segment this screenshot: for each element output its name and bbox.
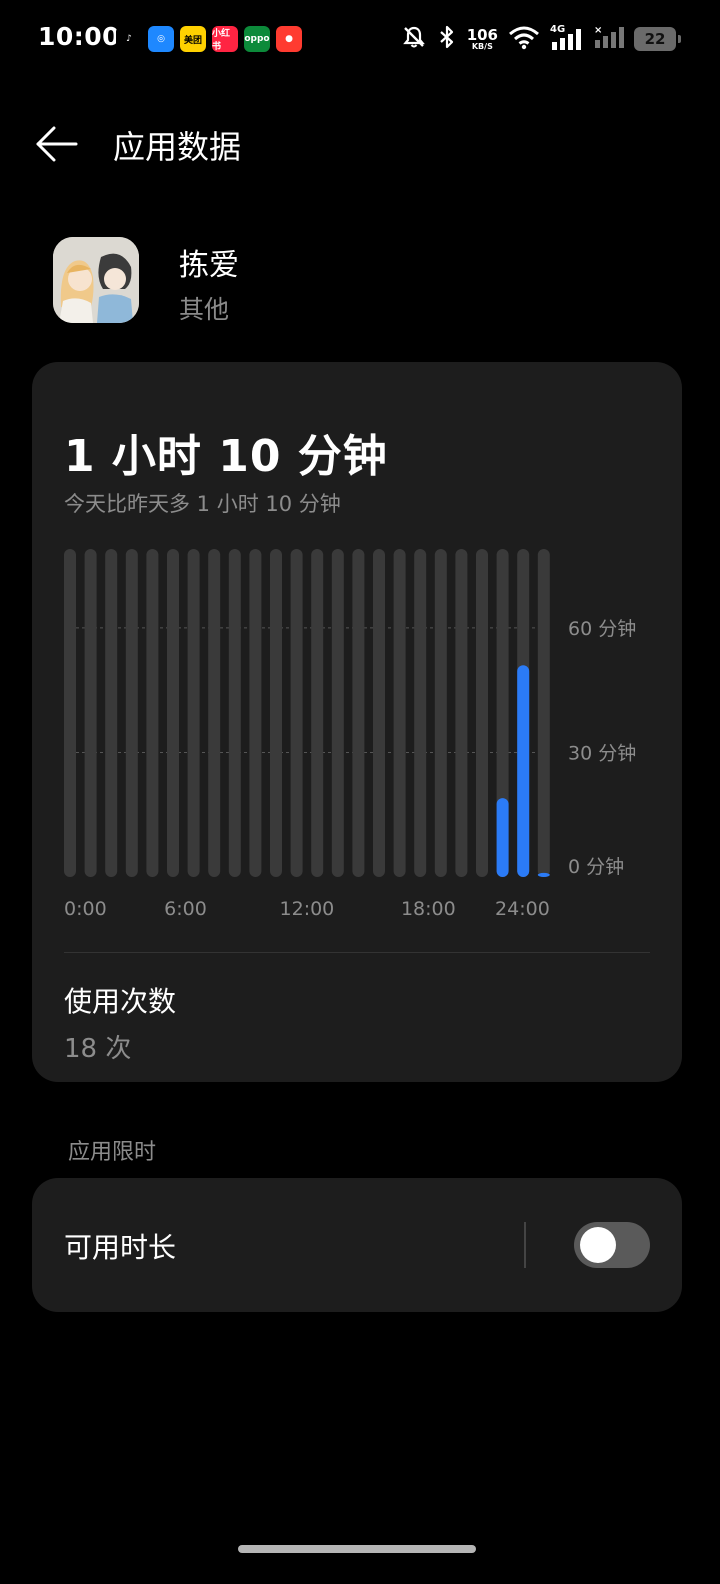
chart-y-tick-label: 60 分钟: [568, 618, 636, 640]
chart-bar-track: [290, 549, 303, 877]
network-speed-value: 106: [466, 25, 498, 44]
launch-count-title: 使用次数: [64, 985, 177, 1018]
app-icon: [53, 237, 139, 323]
limit-card[interactable]: 可用时长: [32, 1178, 682, 1312]
chart-bar-track: [414, 549, 427, 877]
arrow-left-icon: [36, 126, 78, 162]
svg-text:×: ×: [594, 25, 602, 36]
notification-icons: ♪ ◎ 美团 小红书 oppo ●: [116, 26, 302, 52]
chart-bar-track: [331, 549, 344, 877]
chart-bar-track: [167, 549, 179, 877]
wifi-icon: [508, 24, 540, 54]
app-notification-icon: ●: [276, 26, 302, 52]
cellular-signal-2-icon: ×: [594, 24, 624, 54]
browser-icon: ◎: [148, 26, 174, 52]
network-speed-unit: KB/S: [471, 41, 493, 51]
app-category: 其他: [179, 295, 230, 324]
battery-icon: 22: [634, 27, 681, 51]
hourly-usage-chart[interactable]: 60 分钟 30 分钟 0 分钟 0:00 6:00 12:00 18:00 24:00: [32, 537, 682, 917]
chart-bar-track: [84, 549, 97, 877]
chart-x-tick-label: 0:00: [64, 898, 107, 917]
chart-x-tick-label: 18:00: [401, 898, 456, 917]
bluetooth-icon: [437, 24, 457, 54]
usage-card: 1 小时 10 分钟 今天比昨天多 1 小时 10 分钟 60 分钟 30 分钟 0…: [32, 362, 682, 1082]
toggle-knob: [580, 1227, 616, 1263]
mute-icon: [401, 24, 427, 54]
douyin-icon: ♪: [116, 26, 142, 52]
chart-y-tick-label: 0 分钟: [568, 856, 624, 878]
limit-label: 可用时长: [64, 1231, 177, 1264]
chart-bar-track: [311, 549, 324, 877]
status-bar: 10:00 ♪ ◎ 美团 小红书 oppo ● 106 KB/S 4G × 22: [0, 0, 720, 80]
divider: [64, 952, 650, 953]
chart-bar-track: [393, 549, 406, 877]
chart-bar-track: [352, 549, 365, 877]
page-title: 应用数据: [113, 128, 242, 166]
launch-count-value: 18 次: [64, 1034, 132, 1064]
network-speed: 106 KB/S: [466, 25, 498, 51]
chart-bar-track: [455, 549, 468, 877]
chart-bar-track: [187, 549, 200, 877]
chart-bar-track: [125, 549, 138, 877]
limit-toggle[interactable]: [574, 1222, 650, 1268]
chart-bar-track: [228, 549, 241, 877]
chart-bar[interactable]: [517, 665, 530, 877]
chart-bar-track: [537, 549, 550, 877]
cellular-signal-icon: 4G: [550, 24, 584, 52]
chart-bar-track: [270, 549, 282, 877]
chart-bar-track: [476, 549, 488, 877]
total-usage-time: 1 小时 10 分钟: [64, 431, 388, 482]
chart-bar-track: [249, 549, 262, 877]
status-clock: 10:00: [38, 22, 121, 51]
chart-bar-track: [434, 549, 447, 877]
system-icons: 106 KB/S 4G × 22: [401, 24, 681, 54]
chart-bar-track: [105, 549, 118, 877]
limit-divider: [524, 1222, 526, 1268]
home-indicator[interactable]: [238, 1545, 476, 1553]
chart-bar-track: [146, 549, 159, 877]
app-name: 拣爱: [179, 248, 239, 283]
back-button[interactable]: [32, 122, 80, 166]
chart-x-tick-label: 6:00: [164, 898, 207, 917]
chart-x-tick-label: 24:00: [495, 898, 550, 917]
chart-bar[interactable]: [496, 798, 509, 877]
usage-comparison: 今天比昨天多 1 小时 10 分钟: [64, 492, 341, 516]
xiaohongshu-icon: 小红书: [212, 26, 238, 52]
oppo-icon: oppo: [244, 26, 270, 52]
chart-bar-track: [208, 549, 221, 877]
meituan-icon: 美团: [180, 26, 206, 52]
chart-y-tick-label: 30 分钟: [568, 742, 636, 764]
limit-section-title: 应用限时: [68, 1140, 157, 1165]
chart-x-tick-label: 12:00: [280, 898, 335, 917]
chart-bar-track: [373, 549, 385, 877]
chart-bar-track: [64, 549, 76, 877]
chart-bar[interactable]: [537, 872, 550, 877]
